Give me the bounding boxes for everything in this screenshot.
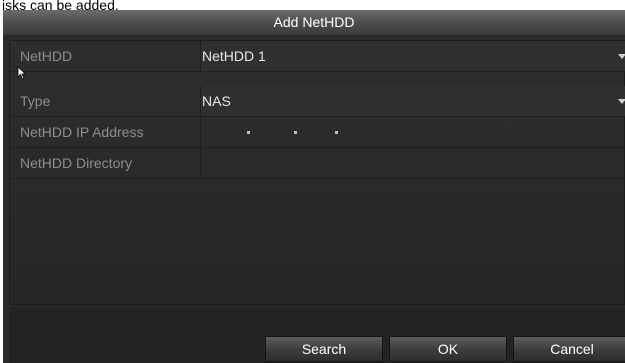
nethdd-value: NetHDD 1 [202, 48, 266, 64]
ip-separator-dot [294, 131, 297, 134]
chevron-down-icon [618, 99, 625, 104]
form-panel: NetHDD NetHDD 1 Type NAS NetHDD IP Addre… [9, 40, 625, 305]
directory-row: NetHDD Directory [10, 148, 625, 179]
nethdd-select[interactable]: NetHDD 1 [200, 41, 625, 71]
cancel-button[interactable]: Cancel [513, 336, 625, 362]
nethdd-row: NetHDD NetHDD 1 [10, 41, 625, 72]
chevron-down-icon [618, 54, 625, 59]
type-row: Type NAS [10, 86, 625, 117]
type-select[interactable]: NAS [200, 86, 625, 116]
ip-separator-dot [335, 131, 338, 134]
add-nethdd-dialog: Add NetHDD NetHDD NetHDD 1 Type NAS NetH… [3, 10, 625, 363]
directory-input[interactable] [200, 148, 625, 178]
ip-address-label: NetHDD IP Address [20, 124, 144, 140]
directory-label: NetHDD Directory [20, 155, 133, 171]
search-button[interactable]: Search [265, 336, 383, 362]
type-value: NAS [202, 93, 231, 109]
ip-address-row: NetHDD IP Address [10, 117, 625, 148]
ok-button[interactable]: OK [389, 336, 507, 362]
ip-separator-dot [247, 131, 250, 134]
dialog-title: Add NetHDD [3, 10, 625, 35]
button-bar: Search OK Cancel [9, 307, 625, 363]
type-label: Type [20, 93, 51, 109]
mouse-pointer-icon [17, 66, 27, 80]
ip-address-input[interactable] [200, 117, 625, 147]
